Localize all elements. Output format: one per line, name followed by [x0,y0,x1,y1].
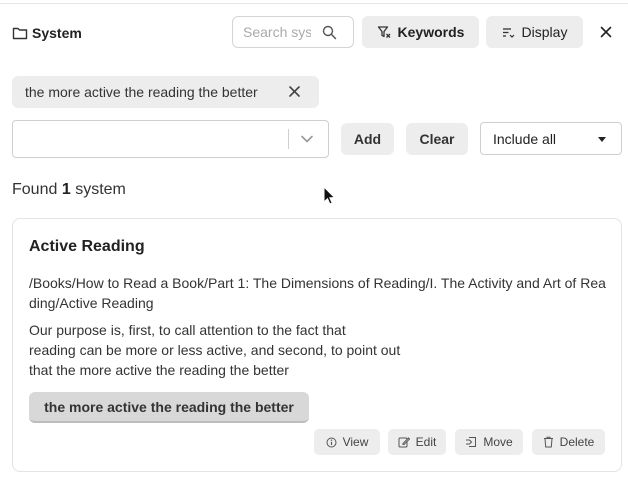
move-button-label: Move [483,435,513,449]
results-suffix: system [75,181,126,198]
edit-button-label: Edit [415,435,437,449]
select-separator [288,129,289,149]
keyword-select[interactable] [12,120,329,158]
system-card: Active Reading /Books/How to Read a Book… [12,218,622,472]
folder-icon [12,27,28,40]
view-button-label: View [342,435,369,449]
description-line: that the more active the reading the bet… [29,362,289,378]
description-line: reading can be more or less active, and … [29,342,401,358]
search-box[interactable] [232,16,354,48]
include-mode-select[interactable]: Include all [480,122,622,155]
move-icon [466,437,477,447]
close-button[interactable] [598,24,614,40]
chip-remove-icon[interactable] [288,85,301,98]
description-line: Our purpose is, first, to call attention… [29,322,346,338]
display-button-label: Display [521,24,568,40]
clear-button[interactable]: Clear [406,123,468,155]
search-input[interactable] [243,24,311,40]
caret-down-icon [598,137,606,142]
card-title: Active Reading [29,238,145,255]
keyword-tag[interactable]: the more active the reading the better [29,392,309,423]
delete-button-label: Delete [559,435,595,449]
card-description: Our purpose is, first, to call attention… [29,320,439,380]
keywords-button[interactable]: Keywords [362,16,479,48]
page-title: System [12,25,82,41]
filter-icon [377,26,390,38]
mouse-cursor-icon [323,186,336,205]
sort-lines-icon [502,28,514,38]
results-number: 1 [61,181,71,198]
card-path: /Books/How to Read a Book/Part 1: The Di… [29,275,606,311]
page-title-text: System [32,25,82,41]
results-count: Found 1 system [12,181,126,199]
display-button[interactable]: Display [486,16,583,48]
add-button[interactable]: Add [341,123,394,155]
filter-chip-label: the more active the reading the better [25,84,258,100]
search-icon[interactable] [322,25,337,40]
edit-button[interactable]: Edit [388,429,446,455]
info-icon [326,437,337,447]
move-button[interactable]: Move [455,429,523,455]
edit-icon [398,437,410,448]
top-border [0,0,628,4]
include-mode-value: Include all [493,130,557,147]
delete-button[interactable]: Delete [532,429,605,455]
trash-icon [543,436,553,448]
header: System Keywords Display [12,16,620,50]
chevron-down-icon[interactable] [300,133,314,145]
close-icon[interactable] [600,26,612,38]
results-prefix: Found [12,181,58,198]
keywords-button-label: Keywords [397,24,465,40]
filter-chip: the more active the reading the better [12,76,319,108]
view-button[interactable]: View [314,429,380,455]
